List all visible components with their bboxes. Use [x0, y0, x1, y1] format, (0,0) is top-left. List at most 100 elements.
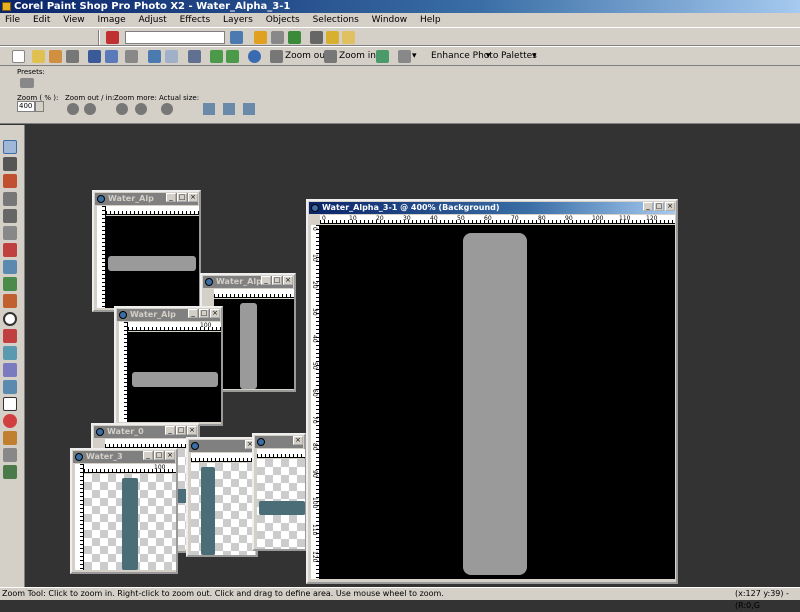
pen-tool-icon[interactable]: [3, 431, 17, 445]
zoom-in-option-icon[interactable]: [84, 103, 96, 115]
menu-file[interactable]: File: [0, 13, 25, 27]
image-canvas[interactable]: [191, 463, 256, 555]
fit-screen-icon[interactable]: [243, 103, 255, 115]
import-icon[interactable]: [66, 50, 79, 63]
magic-wand-icon[interactable]: [3, 294, 17, 308]
fit-image-icon[interactable]: [223, 103, 235, 115]
close-button[interactable]: ×: [283, 276, 293, 285]
fit-window-icon[interactable]: [203, 103, 215, 115]
close-button[interactable]: ×: [188, 193, 198, 202]
move-tool-icon[interactable]: [3, 174, 17, 188]
close-button[interactable]: ×: [165, 451, 175, 460]
selection-tool-icon[interactable]: [3, 260, 17, 274]
enhance-dropdown-arrow[interactable]: ▾: [486, 51, 491, 61]
image-window[interactable]: Water_Alp _ □ ×: [92, 190, 201, 312]
save-as-icon[interactable]: [105, 50, 118, 63]
zoom-percent-input[interactable]: 400: [17, 101, 35, 112]
tools-icon[interactable]: [326, 31, 339, 44]
minimize-button[interactable]: _: [643, 202, 653, 211]
minimize-button[interactable]: _: [165, 426, 175, 435]
person-icon[interactable]: [310, 31, 323, 44]
script-icon[interactable]: [106, 31, 119, 44]
image-canvas[interactable]: [84, 474, 176, 570]
clone-brush-icon[interactable]: [3, 346, 17, 360]
freehand-selection-icon[interactable]: [3, 277, 17, 291]
pick-tool-icon[interactable]: [3, 157, 17, 171]
zoom-out-button[interactable]: Zoom out: [285, 51, 329, 61]
open-icon[interactable]: [32, 50, 45, 63]
main-image-canvas[interactable]: [320, 225, 675, 579]
maximize-button[interactable]: □: [272, 276, 282, 285]
flood-fill-icon[interactable]: [3, 465, 17, 479]
options-icon[interactable]: [398, 50, 411, 63]
edit-icon[interactable]: [188, 50, 201, 63]
share-icon[interactable]: [376, 50, 389, 63]
dropper-tool-icon[interactable]: [3, 192, 17, 206]
crop-tool-icon[interactable]: [3, 209, 17, 223]
paint-brush-icon[interactable]: [3, 329, 17, 343]
presets-icon[interactable]: [20, 78, 34, 88]
warp-tool-icon[interactable]: [3, 448, 17, 462]
zoom-tool-icon[interactable]: [3, 140, 17, 154]
image-canvas[interactable]: [106, 216, 199, 308]
options-dropdown-arrow[interactable]: ▾: [412, 51, 417, 61]
my-icon[interactable]: [254, 31, 267, 44]
zoom-out-icon[interactable]: [270, 50, 283, 63]
image-window[interactable]: Water_3 _ □ × 100: [70, 448, 178, 574]
browse-icon[interactable]: [49, 50, 62, 63]
shape-tool-icon[interactable]: [3, 414, 17, 428]
menu-selections[interactable]: Selections: [308, 13, 364, 27]
close-button[interactable]: ×: [187, 426, 197, 435]
menu-window[interactable]: Window: [367, 13, 413, 27]
straighten-tool-icon[interactable]: [3, 226, 17, 240]
undo-icon[interactable]: [148, 50, 161, 63]
main-image-window[interactable]: Water_Alpha_3-1 @ 400% (Background) _ □ × …: [306, 199, 678, 584]
close-button[interactable]: ×: [665, 202, 675, 211]
menu-effects[interactable]: Effects: [175, 13, 216, 27]
save-icon[interactable]: [88, 50, 101, 63]
menu-layers[interactable]: Layers: [218, 13, 258, 27]
menu-edit[interactable]: Edit: [28, 13, 55, 27]
image-window[interactable]: Water_Alp _ □ × 100: [114, 306, 223, 426]
ellipse-tool-icon[interactable]: [3, 312, 17, 326]
pen-icon[interactable]: [288, 31, 301, 44]
close-button[interactable]: ×: [293, 436, 303, 445]
maximize-button[interactable]: □: [176, 426, 186, 435]
menu-help[interactable]: Help: [415, 13, 446, 27]
redo-icon[interactable]: [165, 50, 178, 63]
zoom-out-option-icon[interactable]: [67, 103, 79, 115]
palettes-dropdown-arrow[interactable]: ▾: [532, 51, 537, 61]
main-window-title-bar[interactable]: Water_Alpha_3-1 @ 400% (Background): [309, 202, 675, 214]
maximize-button[interactable]: □: [177, 193, 187, 202]
maximize-button[interactable]: □: [154, 451, 164, 460]
actual-size-icon[interactable]: [161, 103, 173, 115]
menu-objects[interactable]: Objects: [261, 13, 305, 27]
retouch-tool-icon[interactable]: [3, 363, 17, 377]
zoom-in-icon[interactable]: [324, 50, 337, 63]
menu-adjust[interactable]: Adjust: [134, 13, 172, 27]
zoom-spin-button[interactable]: [35, 101, 44, 112]
text-tool-icon[interactable]: [3, 397, 17, 411]
image-canvas[interactable]: [128, 332, 221, 422]
eraser-tool-icon[interactable]: [3, 380, 17, 394]
mail-icon[interactable]: [342, 31, 355, 44]
zoom-more-out-icon[interactable]: [116, 103, 128, 115]
camera-icon[interactable]: [271, 31, 284, 44]
maximize-button[interactable]: □: [199, 309, 209, 318]
minimize-button[interactable]: _: [166, 193, 176, 202]
image-canvas[interactable]: [214, 299, 294, 389]
print-icon[interactable]: [125, 50, 138, 63]
info-icon[interactable]: [248, 50, 261, 63]
copy-icon[interactable]: [210, 50, 223, 63]
image-window[interactable]: ×: [186, 437, 258, 557]
run-script-icon[interactable]: [230, 31, 243, 44]
minimize-button[interactable]: _: [143, 451, 153, 460]
menu-image[interactable]: Image: [92, 13, 130, 27]
minimize-button[interactable]: _: [188, 309, 198, 318]
script-select[interactable]: [125, 31, 225, 44]
maximize-button[interactable]: □: [654, 202, 664, 211]
image-window[interactable]: ×: [252, 433, 306, 551]
close-button[interactable]: ×: [210, 309, 220, 318]
new-icon[interactable]: [12, 50, 25, 63]
minimize-button[interactable]: _: [261, 276, 271, 285]
